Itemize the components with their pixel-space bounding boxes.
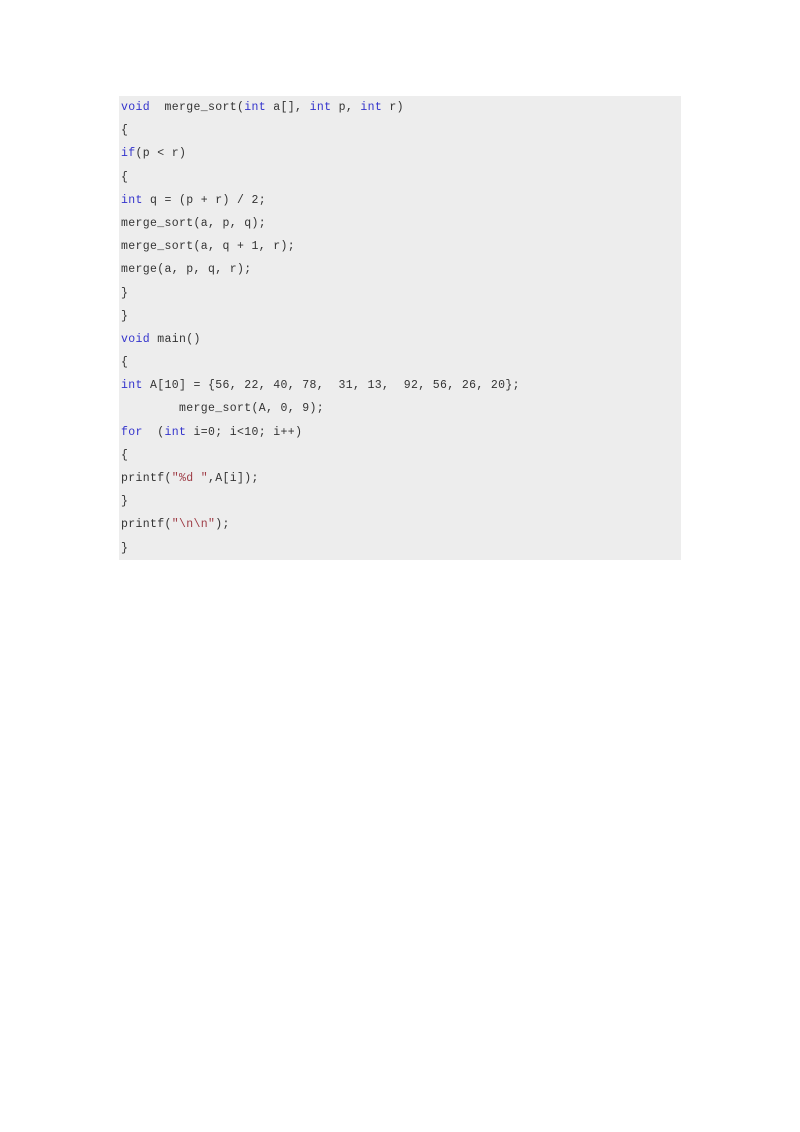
code-keyword: if xyxy=(121,147,136,161)
code-line: merge_sort(a, p, q); xyxy=(119,212,681,235)
code-keyword: int xyxy=(309,101,332,114)
code-text: r) xyxy=(382,101,404,114)
code-line: } xyxy=(119,537,681,560)
code-line: merge_sort(A, 0, 9); xyxy=(119,397,681,420)
code-text: ); xyxy=(215,518,230,532)
document-page: void merge_sort(int a[], int p, int r){i… xyxy=(0,0,800,1132)
code-text: printf( xyxy=(121,518,172,532)
code-line: merge(a, p, q, r); xyxy=(119,258,681,281)
code-text: } xyxy=(121,286,129,300)
code-keyword: void xyxy=(121,101,151,114)
code-text: i=0; i<10; i++) xyxy=(186,425,303,439)
code-text: { xyxy=(121,170,129,184)
code-text: merge_sort(a, p, q); xyxy=(121,216,267,230)
code-text: main() xyxy=(150,332,201,346)
code-line: } xyxy=(119,490,681,513)
code-text: } xyxy=(121,309,129,323)
code-line: printf("\n\n"); xyxy=(119,513,681,536)
code-text: ,A[i]); xyxy=(208,472,259,485)
code-text: merge_sort(A, 0, 9); xyxy=(121,402,325,416)
code-text: p, xyxy=(331,101,361,114)
code-keyword: void xyxy=(121,332,151,346)
code-string: "\n\n" xyxy=(171,518,216,532)
code-text: } xyxy=(121,495,129,509)
code-text: merge_sort(a, q + 1, r); xyxy=(121,240,296,254)
code-line: if(p < r) xyxy=(119,142,681,165)
code-text: a[], xyxy=(266,101,310,114)
code-text: { xyxy=(121,356,129,370)
code-string: "%d " xyxy=(171,472,209,485)
code-keyword: for xyxy=(121,425,143,439)
code-text: { xyxy=(121,448,129,462)
code-keyword: int xyxy=(164,425,187,439)
code-text: q = (p + r) / 2; xyxy=(142,193,267,207)
code-line: int A[10] = {56, 22, 40, 78, 31, 13, 92,… xyxy=(119,374,681,397)
code-text: merge_sort( xyxy=(150,101,245,114)
code-line: merge_sort(a, q + 1, r); xyxy=(119,235,681,258)
code-keyword: int xyxy=(121,193,143,207)
code-line: void merge_sort(int a[], int p, int r) xyxy=(119,96,681,119)
code-line: for (int i=0; i<10; i++) xyxy=(119,421,681,444)
code-text: } xyxy=(121,541,129,555)
code-line: { xyxy=(119,119,681,142)
code-listing-panel: void merge_sort(int a[], int p, int r){i… xyxy=(119,96,681,560)
code-line: { xyxy=(119,351,681,374)
code-text: (p < r) xyxy=(135,147,187,161)
code-line: } xyxy=(119,282,681,305)
code-line: printf("%d ",A[i]); xyxy=(119,467,681,490)
code-line: { xyxy=(119,444,681,467)
code-line: { xyxy=(119,166,681,189)
code-text: ( xyxy=(142,425,165,439)
code-keyword: int xyxy=(360,101,383,114)
code-line: void main() xyxy=(119,328,681,351)
code-line: int q = (p + r) / 2; xyxy=(119,189,681,212)
code-line: } xyxy=(119,305,681,328)
code-text: A[10] = {56, 22, 40, 78, 31, 13, 92, 56,… xyxy=(142,379,520,393)
code-text: printf( xyxy=(121,472,172,485)
code-text: { xyxy=(121,124,129,138)
code-keyword: int xyxy=(244,101,267,114)
code-text: merge(a, p, q, r); xyxy=(121,263,252,277)
code-keyword: int xyxy=(121,379,143,393)
